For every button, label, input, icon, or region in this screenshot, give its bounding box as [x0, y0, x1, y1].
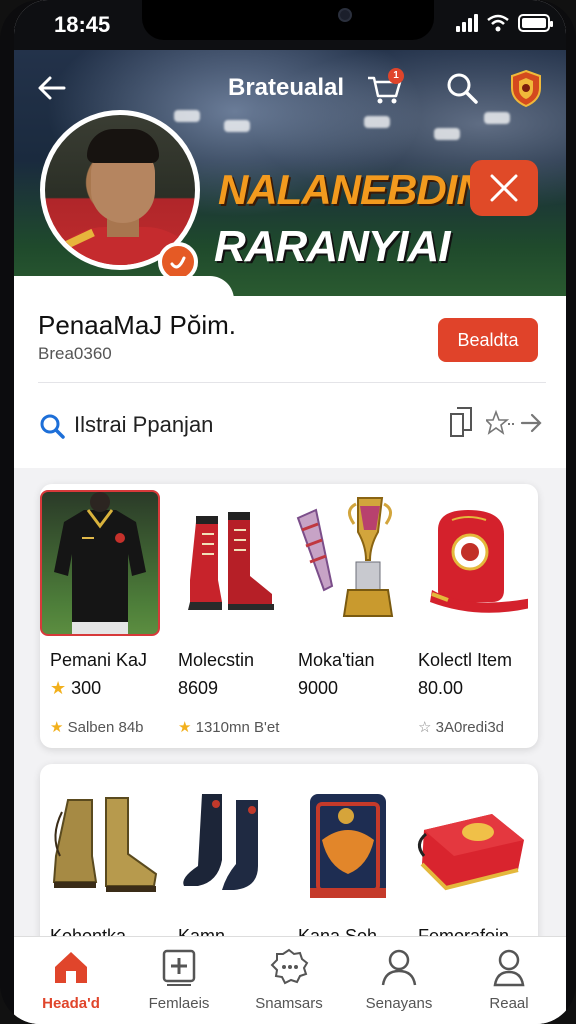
close-button[interactable] — [470, 160, 538, 216]
item-rating: ★ Salben 84b — [50, 719, 144, 736]
nav-item-home[interactable]: Heada'd — [16, 947, 126, 1012]
status-icons — [456, 14, 553, 32]
item-rating: ☆ 3A0redi3d — [418, 719, 505, 736]
signal-icon — [456, 14, 478, 32]
cart-count-badge: 1 — [388, 68, 404, 84]
item-rating: ★ 1310mn B'et — [178, 719, 280, 736]
nav-item-add[interactable]: Femlaeis — [124, 947, 234, 1012]
status-bar: 18:45 — [14, 0, 566, 50]
back-arrow-icon[interactable] — [34, 70, 70, 106]
star-outline-icon: ☆ — [418, 719, 432, 736]
nav-item-profile[interactable]: Reaal — [454, 947, 564, 1012]
nav-label: Heada'd — [42, 995, 100, 1012]
profile-banner: Brateualal 1 NALANEBDIN RARANYIAI — [14, 50, 566, 300]
backpack-image — [430, 510, 528, 613]
item-price: 80.00 — [418, 678, 464, 698]
wifi-icon — [487, 14, 509, 32]
nav-item-people[interactable]: Senayans — [344, 947, 454, 1012]
jersey-image — [40, 490, 160, 636]
status-time: 18:45 — [54, 12, 111, 37]
star-icon: ★ — [178, 719, 192, 736]
tall-boots-image — [183, 794, 258, 890]
search-bar[interactable]: Ilstrai Ppanjan — [38, 404, 546, 444]
search-input[interactable]: Ilstrai Ppanjan — [74, 412, 213, 438]
bag-image — [310, 794, 386, 898]
item-price: 8609 — [178, 678, 219, 698]
nav-label: Femlaeis — [148, 995, 210, 1012]
nav-item-chat[interactable]: Snamsars — [234, 947, 344, 1012]
trophy-image — [296, 497, 394, 617]
star-icon: ★ — [50, 719, 64, 736]
collection-card-2: Kohontka Kamn Kana Soh — [40, 764, 538, 964]
app-screen: 18:45 Brateualal 1 NALANEBDIN RARANYIAI … — [14, 0, 566, 1024]
search-icon[interactable] — [442, 68, 482, 108]
share-arrow-icon[interactable] — [486, 408, 544, 438]
close-icon — [490, 174, 518, 202]
home-icon — [55, 952, 87, 983]
add-square-icon — [162, 949, 196, 986]
boots-image — [188, 512, 274, 610]
search-icon — [40, 414, 65, 439]
divider — [38, 382, 546, 383]
item-name: Molecstin — [178, 650, 255, 670]
profile-handle: Brea0360 — [38, 344, 112, 363]
banner-headline: NALANEBDIN — [218, 166, 487, 213]
cart-button[interactable]: 1 — [364, 68, 404, 108]
item-name: Pemani KaJ — [50, 650, 148, 670]
item-name: Kolectl Item — [418, 650, 513, 670]
stadium-lights — [164, 110, 524, 150]
profile-name: PenaaMaJ Pŏim. — [38, 310, 236, 340]
profile-card: PenaaMaJ Pŏim. Brea0360 Bealdta Ilstrai … — [14, 296, 566, 468]
person-icon — [381, 949, 417, 986]
phone-frame: 18:45 Brateualal 1 NALANEBDIN RARANYIAI … — [0, 0, 576, 1024]
document-icon[interactable] — [448, 406, 474, 438]
collection-card-1: Pemani KaJ ★ 300 ★ Salben 84b Molecstin … — [40, 484, 538, 748]
battery-icon — [518, 14, 553, 32]
nav-label: Senayans — [365, 995, 433, 1012]
work-boots-image — [52, 797, 158, 892]
item-price: ★ 300 — [50, 678, 102, 698]
banner-subline: RARANYIAI — [214, 222, 450, 271]
nav-label: Snamsars — [255, 995, 323, 1012]
profile-icon — [493, 949, 525, 987]
bottom-nav: Heada'd Femlaeis Snamsars Senayans Reaal — [14, 936, 566, 1024]
nav-label: Reaal — [489, 995, 529, 1012]
chat-badge-icon — [270, 948, 309, 985]
club-crest-icon[interactable] — [506, 68, 546, 108]
follow-button[interactable]: Bealdta — [438, 318, 538, 362]
star-icon: ★ — [50, 678, 67, 698]
item-price: 9000 — [298, 678, 339, 698]
item-name: Moka'tian — [298, 650, 375, 670]
camera-notch — [142, 0, 434, 40]
pouch-image — [418, 814, 524, 891]
page-title: Brateualal — [228, 74, 345, 101]
camera-icon — [338, 8, 352, 22]
top-bar: Brateualal 1 — [14, 66, 566, 110]
